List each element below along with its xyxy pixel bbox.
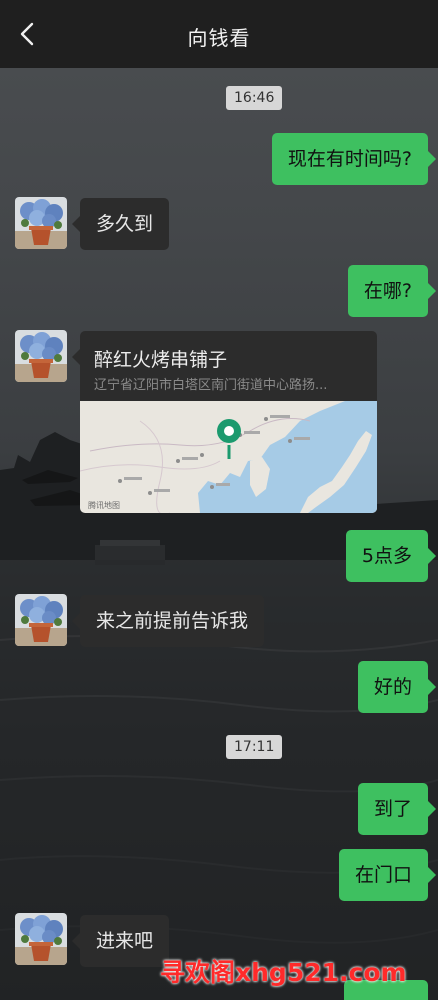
location-name: 醉红火烤串铺子 (94, 349, 228, 371)
message-bubble-left[interactable]: 进来吧 (71, 915, 170, 967)
message-bubble-right[interactable]: 在哪? (347, 265, 437, 317)
chat-header: 向钱看 (0, 0, 438, 68)
message-bubble-right[interactable]: 现在有时间吗? (271, 133, 437, 185)
watermark-text: 寻欢阁xhg521.com (160, 958, 407, 987)
contact-avatar[interactable] (15, 330, 67, 382)
contact-avatar[interactable] (15, 197, 67, 249)
chat-title: 向钱看 (187, 26, 251, 50)
location-address: 辽宁省辽阳市白塔区南门街道中心路扬... (94, 378, 328, 393)
bubble-tail (72, 349, 80, 365)
timestamp: 17:11 (226, 735, 283, 759)
location-card[interactable]: 醉红火烤串铺子 辽宁省辽阳市白塔区南门街道中心路扬... 腾讯地图 (80, 331, 377, 513)
message-bubble-left[interactable]: 多久到 (71, 198, 170, 250)
contact-avatar[interactable] (15, 594, 67, 646)
contact-avatar[interactable] (15, 913, 67, 965)
message-bubble-left[interactable]: 来之前提前告诉我 (71, 595, 265, 647)
message-bubble-right[interactable]: 在门口 (338, 849, 437, 901)
timestamp: 16:46 (226, 86, 283, 110)
map-thumbnail[interactable]: 腾讯地图 (80, 401, 377, 513)
message-bubble-right[interactable]: 5点多 (345, 530, 437, 582)
map-attribution: 腾讯地图 (88, 501, 120, 510)
message-bubble-right[interactable]: 到了 (357, 783, 437, 835)
message-bubble-right[interactable]: 好的 (357, 661, 437, 713)
